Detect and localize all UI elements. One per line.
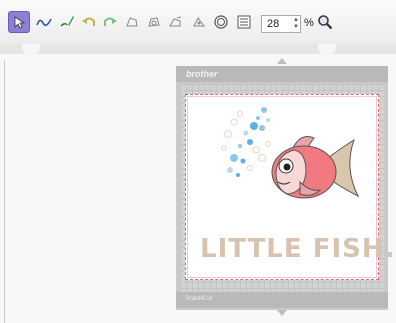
scroll-up-arrow-icon[interactable]	[277, 58, 287, 64]
list-tool-button[interactable]	[233, 11, 255, 33]
undo-button[interactable]	[78, 11, 100, 33]
node-tool-button[interactable]	[33, 11, 55, 33]
app-window: 28 ▲ ▼ % brother LITTLE FISH. ScanNCut	[0, 0, 396, 323]
mat-brand-label: brother	[186, 69, 218, 79]
mat-footer-label: ScanNCut	[185, 296, 213, 302]
curve-icon	[36, 18, 52, 27]
scroll-down-arrow-icon[interactable]	[277, 310, 287, 316]
undo-icon	[82, 17, 95, 26]
toolbar: 28 ▲ ▼ %	[0, 0, 396, 45]
tab-right[interactable]	[318, 44, 336, 54]
shape-icon	[169, 16, 182, 27]
shape-icon	[126, 17, 138, 27]
shape-tool-3-button[interactable]	[165, 11, 187, 33]
shape-tool-4-button[interactable]	[188, 11, 210, 33]
pen-tool-button[interactable]	[56, 11, 78, 33]
stepper-up-icon[interactable]: ▲	[293, 17, 299, 24]
list-icon	[237, 15, 251, 29]
bubbles	[221, 107, 271, 177]
stepper-down-icon[interactable]: ▼	[293, 24, 299, 31]
artwork-title[interactable]: LITTLE FISH.	[200, 234, 396, 264]
shape-icon	[193, 17, 205, 27]
circle-tool-button[interactable]	[210, 11, 232, 33]
tab-left[interactable]	[22, 44, 40, 54]
circle-icon	[214, 15, 228, 29]
magnifier-icon	[318, 15, 333, 30]
shape-tool-2-button[interactable]	[143, 11, 165, 33]
zoom-unit: %	[304, 17, 314, 29]
tab-strip	[0, 44, 396, 54]
zoom-stepper[interactable]: ▲ ▼	[291, 15, 301, 33]
select-tool-button[interactable]	[8, 11, 30, 33]
zoom-value: 28	[267, 18, 280, 30]
zoom-button[interactable]	[314, 11, 336, 33]
canvas-divider	[4, 60, 5, 323]
shape-icon	[148, 17, 160, 27]
fish	[271, 136, 360, 199]
pointer-icon	[14, 16, 26, 29]
pen-icon	[60, 16, 74, 27]
redo-button[interactable]	[99, 11, 121, 33]
fish-artwork[interactable]	[188, 98, 374, 228]
shape-tool-1-button[interactable]	[121, 11, 143, 33]
redo-icon	[104, 17, 117, 26]
